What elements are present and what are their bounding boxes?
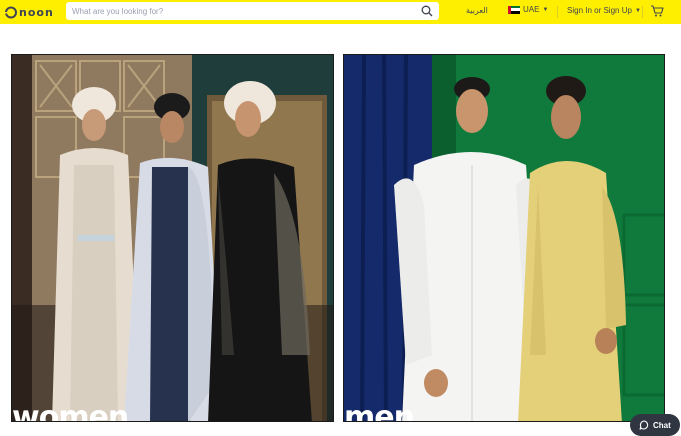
men-banner-image [344,55,664,421]
chat-button[interactable]: Chat [630,414,680,436]
chat-icon [639,420,649,430]
search-bar[interactable] [66,2,439,20]
men-category-banner[interactable]: men [343,54,665,422]
women-category-banner[interactable]: women [11,54,334,422]
signin-link[interactable]: Sign In or Sign Up ▼ [567,6,641,15]
uae-flag-icon [508,5,520,14]
men-label[interactable]: men [344,400,415,421]
header-divider [642,6,643,18]
top-header: noon العربية UAE ▼ Sign In or Sign Up ▼ [0,0,681,24]
signin-label: Sign In or Sign Up [567,6,632,15]
chevron-down-icon: ▼ [634,7,641,14]
chat-label: Chat [653,420,671,430]
header-divider [557,6,558,18]
cart-icon[interactable] [650,4,664,18]
noon-logo[interactable]: noon [4,4,54,20]
search-input[interactable] [72,2,412,20]
language-switch[interactable]: العربية [466,6,488,15]
search-icon[interactable] [421,5,433,17]
chevron-down-icon: ▼ [542,6,549,13]
noon-logo-icon [4,6,17,19]
women-banner-image [12,55,333,421]
country-label: UAE [523,5,540,14]
country-selector[interactable]: UAE ▼ [508,5,548,14]
logo-text: noon [19,5,54,19]
women-label[interactable]: women [12,400,129,421]
